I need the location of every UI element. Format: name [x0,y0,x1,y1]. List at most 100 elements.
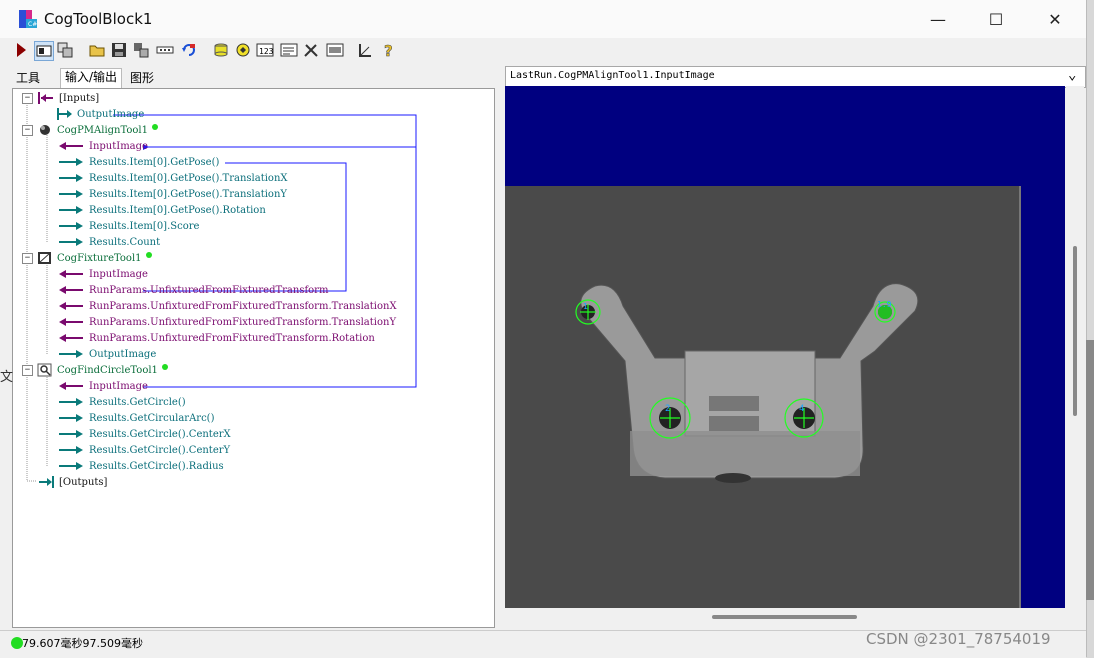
watermark-text: CSDN @2301_78754019 [866,630,1051,648]
part-image [505,186,1021,608]
pm-output-translation-y[interactable]: Results.Item[0].GetPose().TranslationY [57,186,287,202]
fixture-input-rotation[interactable]: RunParams.UnfixturedFromFixturedTransfor… [57,330,375,346]
grid-button[interactable] [56,41,74,59]
fixture-input-translation-x-label: RunParams.UnfixturedFromFixturedTransfor… [89,300,397,312]
input-arrow-icon [59,334,83,342]
help-button[interactable]: ? [380,41,398,59]
fixture-input-image[interactable]: InputImage [57,266,148,282]
output-arrow-icon [59,238,83,246]
output-arrow-icon [59,206,83,214]
open-button[interactable] [88,41,106,59]
database-button[interactable] [212,41,230,59]
image-horizontal-scrollbar[interactable] [505,608,1084,626]
import-button[interactable] [132,41,150,59]
show-icon [36,45,52,57]
maximize-button[interactable]: ☐ [967,0,1025,38]
database-icon [214,43,228,57]
fixture-input-transform[interactable]: RunParams.UnfixturedFromFixturedTransfor… [57,282,328,298]
show-display-button[interactable] [34,41,54,61]
image-source-dropdown[interactable]: LastRun.CogPMAlignTool1.InputImage ⌄ [505,66,1086,88]
input-arrow-icon [59,302,83,310]
svg-text:?: ? [384,42,393,58]
circle-tool-collapse-toggle[interactable]: − [22,365,33,376]
output-arrow-icon [59,222,83,230]
close-button[interactable]: ✕ [1026,0,1084,38]
measure-icon [359,44,371,57]
circle-output-center-y-label: Results.GetCircle().CenterY [89,444,231,456]
tab-input-output[interactable]: 输入/输出 [60,68,123,88]
results-icon [326,43,344,57]
tools-icon [304,44,318,57]
fixture-input-translation-y[interactable]: RunParams.UnfixturedFromFixturedTransfor… [57,314,396,330]
output-image-label: OutputImage [77,108,145,120]
horizontal-scroll-thumb[interactable] [712,615,857,619]
tab-graphics[interactable]: 图形 [130,69,154,86]
output-arrow-icon [59,350,83,358]
reset-icon [182,44,195,56]
fixture-tool-status-icon [145,252,152,258]
io-tree: − [Inputs] OutputImage − CogPMAlignTool1… [13,89,494,627]
image-display[interactable]: 1 1.9 2 4 [505,86,1065,608]
maximize-icon: ☐ [988,9,1004,29]
tab-tools[interactable]: 工具 [16,69,40,86]
pm-output-count[interactable]: Results.Count [57,234,160,250]
measure-button[interactable] [356,41,374,59]
import-icon [134,43,149,58]
pm-output-rotation[interactable]: Results.Item[0].GetPose().Rotation [57,202,266,218]
loop-button[interactable] [234,41,252,59]
input-arrow-icon [59,286,83,294]
tools-button[interactable] [302,41,320,59]
close-icon: ✕ [1048,9,1062,29]
pm-tool-status-icon [152,124,158,130]
pm-output-translation-x-label: Results.Item[0].GetPose().TranslationX [89,172,288,184]
dots-button[interactable] [156,41,174,59]
left-panel-tabs: 工具 输入/输出 图形 [0,66,500,88]
number-icon: 123 [256,43,274,57]
pm-output-score[interactable]: Results.Item[0].Score [57,218,199,234]
terminal-button[interactable] [280,41,298,59]
circle-output-center-y[interactable]: Results.GetCircle().CenterY [57,442,230,458]
loop-icon [236,43,250,57]
output-arrow-icon [59,174,83,182]
run-button[interactable] [12,41,30,59]
tree-node-output-image[interactable]: OutputImage [57,106,144,122]
circle-input-image-label: InputImage [89,380,148,392]
minimize-button[interactable]: — [909,0,967,38]
circle-input-image[interactable]: InputImage [57,378,148,394]
output-arrow-icon [59,414,83,422]
terminal-icon [280,43,298,57]
circle-output-circle-label: Results.GetCircle() [89,396,186,408]
tree-node-find-circle-tool[interactable]: CogFindCircleTool1 [37,362,169,378]
save-button[interactable] [110,41,128,59]
reset-button[interactable] [180,41,198,59]
pm-input-image[interactable]: InputImage [57,138,148,154]
marker-label-1: 1 [583,302,588,311]
pm-tool-collapse-toggle[interactable]: − [22,125,33,136]
tree-node-pm-align-tool[interactable]: CogPMAlignTool1 [37,122,159,138]
chevron-down-icon[interactable]: ⌄ [1068,67,1076,83]
output-arrow-icon [59,190,83,198]
tree-node-inputs[interactable]: [Inputs] [37,90,99,106]
fixture-input-translation-x[interactable]: RunParams.UnfixturedFromFixturedTransfor… [57,298,397,314]
image-vertical-scrollbar[interactable] [1066,86,1084,608]
circle-output-radius[interactable]: Results.GetCircle().Radius [57,458,224,474]
tree-node-fixture-tool[interactable]: CogFixtureTool1 [37,250,153,266]
fixture-tool-collapse-toggle[interactable]: − [22,253,33,264]
outputs-arrow-icon [39,476,54,488]
pm-output-translation-y-label: Results.Item[0].GetPose().TranslationY [89,188,287,200]
tree-node-outputs[interactable]: [Outputs] [37,474,107,490]
inputs-collapse-toggle[interactable]: − [22,93,33,104]
input-output-tree-panel: − [Inputs] OutputImage − CogPMAlignTool1… [12,88,495,628]
pm-output-pose[interactable]: Results.Item[0].GetPose() [57,154,219,170]
pm-output-translation-x[interactable]: Results.Item[0].GetPose().TranslationX [57,170,288,186]
circle-output-arc[interactable]: Results.GetCircularArc() [57,410,215,426]
pm-input-image-label: InputImage [89,140,148,152]
fixture-output-image[interactable]: OutputImage [57,346,156,362]
vertical-scroll-thumb[interactable] [1073,246,1077,416]
circle-output-circle[interactable]: Results.GetCircle() [57,394,186,410]
circle-output-center-x[interactable]: Results.GetCircle().CenterX [57,426,231,442]
number-button[interactable]: 123 [256,41,274,59]
circle-tool-label: CogFindCircleTool1 [57,364,158,376]
results-button[interactable] [326,41,344,59]
fixture-input-image-label: InputImage [89,268,148,280]
